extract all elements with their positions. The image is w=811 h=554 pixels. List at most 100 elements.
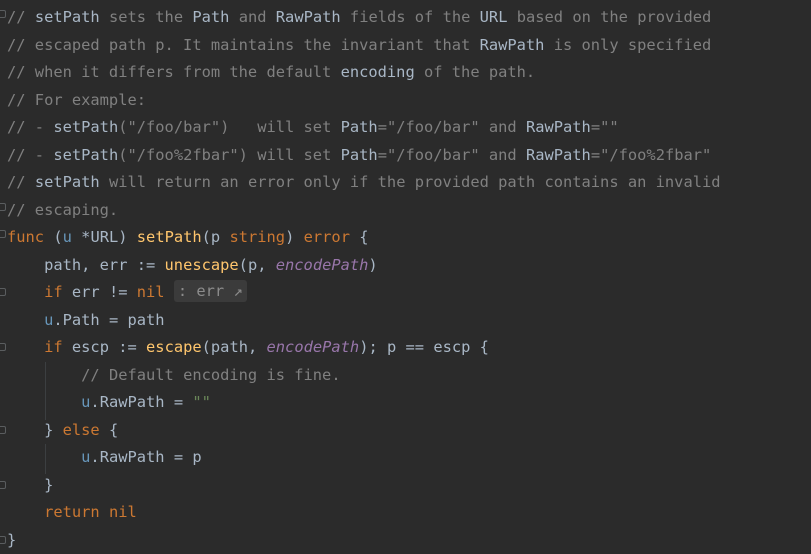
code-line[interactable]: if err != nil : err ↗ [7, 279, 247, 307]
code-token [7, 366, 81, 384]
fold-marker-icon[interactable] [0, 481, 6, 489]
code-token: path, err := [7, 256, 165, 274]
code-token: RawPath [526, 146, 591, 164]
code-token: sets the [100, 8, 193, 26]
code-token: } [7, 476, 53, 494]
fold-marker-icon[interactable] [0, 203, 6, 211]
code-token: ( [44, 228, 63, 246]
code-line[interactable]: } [7, 527, 16, 554]
code-token: nil [137, 283, 165, 301]
code-token: error [304, 228, 350, 246]
code-token: RawPath [276, 8, 341, 26]
code-token: ="/foo%2fbar" [591, 146, 711, 164]
code-line[interactable]: return nil [7, 499, 137, 527]
code-token: { [100, 421, 119, 439]
code-token: is only specified [544, 36, 711, 54]
code-token: if [44, 338, 63, 356]
code-line[interactable]: } else { [7, 417, 118, 445]
code-token: unescape [165, 256, 239, 274]
code-token: // [7, 173, 35, 191]
code-token: setPath [35, 173, 100, 191]
code-token: u [63, 228, 72, 246]
code-line[interactable]: u.Path = path [7, 307, 165, 335]
code-line[interactable]: } [7, 472, 53, 500]
code-token [7, 393, 81, 411]
code-token: ) [285, 228, 304, 246]
fold-marker-icon[interactable] [0, 426, 6, 434]
code-token: setPath [53, 146, 118, 164]
code-token: Path [192, 8, 229, 26]
code-token: (p [202, 228, 230, 246]
code-line[interactable]: func (u *URL) setPath(p string) error { [7, 224, 369, 252]
fold-marker-icon[interactable] [0, 288, 6, 296]
code-token: fields of the [341, 8, 480, 26]
code-token: of the path. [415, 63, 535, 81]
code-token [100, 503, 109, 521]
code-token [165, 283, 174, 301]
code-editor[interactable]: // setPath sets the Path and RawPath fie… [0, 0, 811, 552]
code-token: string [229, 228, 285, 246]
code-token: will return an error only if the provide… [100, 173, 721, 191]
code-token: // - [7, 118, 53, 136]
code-token: RawPath [480, 36, 545, 54]
code-token: .RawPath = [90, 393, 192, 411]
code-line[interactable]: // - setPath("/foo%2fbar") will set Path… [7, 142, 711, 170]
code-token: encodePath [267, 338, 360, 356]
code-token: .RawPath = p [90, 448, 201, 466]
code-token: // For example: [7, 91, 146, 109]
code-token: Path [341, 146, 378, 164]
code-line[interactable]: // Default encoding is fine. [7, 362, 341, 390]
code-line[interactable]: // escaping. [7, 197, 118, 225]
code-line[interactable]: path, err := unescape(p, encodePath) [7, 252, 378, 280]
code-token: encoding [341, 63, 415, 81]
code-line[interactable]: // For example: [7, 87, 146, 115]
inlay-hint[interactable]: : err ↗ [174, 280, 247, 302]
code-token: u [44, 311, 53, 329]
code-token: (path, [202, 338, 267, 356]
code-token: based on the provided [507, 8, 711, 26]
fold-marker-icon[interactable] [0, 230, 6, 238]
code-token: return [44, 503, 100, 521]
code-token: { [350, 228, 369, 246]
code-token: RawPath [526, 118, 591, 136]
code-token: err != [63, 283, 137, 301]
fold-marker-icon[interactable] [0, 10, 6, 18]
code-token: nil [109, 503, 137, 521]
code-line[interactable]: if escp := escape(path, encodePath); p =… [7, 334, 489, 362]
code-token: // escaping. [7, 201, 118, 219]
fold-marker-icon[interactable] [0, 343, 6, 351]
code-token: if [44, 283, 63, 301]
code-token: } [7, 531, 16, 549]
code-token: setPath [53, 118, 118, 136]
code-token: escp := [63, 338, 146, 356]
code-token: // when it differs from the default [7, 63, 341, 81]
code-token [7, 311, 44, 329]
code-line[interactable]: // when it differs from the default enco… [7, 59, 535, 87]
code-token: else [63, 421, 100, 439]
code-token: } [7, 421, 63, 439]
code-token [7, 338, 44, 356]
code-line[interactable]: u.RawPath = p [7, 444, 202, 472]
code-line[interactable]: // - setPath("/foo/bar") will set Path="… [7, 114, 619, 142]
code-token: // Default encoding is fine. [81, 366, 340, 384]
code-line[interactable]: u.RawPath = "" [7, 389, 211, 417]
code-token: setPath [35, 8, 100, 26]
code-token: URL [480, 8, 508, 26]
code-token: // - [7, 146, 53, 164]
code-token: // [7, 8, 35, 26]
code-line[interactable]: // escaped path p. It maintains the inva… [7, 32, 711, 60]
code-token: ="/foo/bar" and [378, 118, 526, 136]
fold-marker-icon[interactable] [0, 536, 6, 544]
code-token: func [7, 228, 44, 246]
code-token [7, 283, 44, 301]
code-token: ) [368, 256, 377, 274]
code-token: escape [146, 338, 202, 356]
code-token: Path [341, 118, 378, 136]
code-line[interactable]: // setPath sets the Path and RawPath fie… [7, 4, 711, 32]
code-token: ("/foo/bar") will set [118, 118, 340, 136]
code-token: (p, [239, 256, 276, 274]
code-line[interactable]: // setPath will return an error only if … [7, 169, 721, 197]
code-token: ="" [591, 118, 619, 136]
code-token: and [229, 8, 275, 26]
code-token [7, 448, 81, 466]
